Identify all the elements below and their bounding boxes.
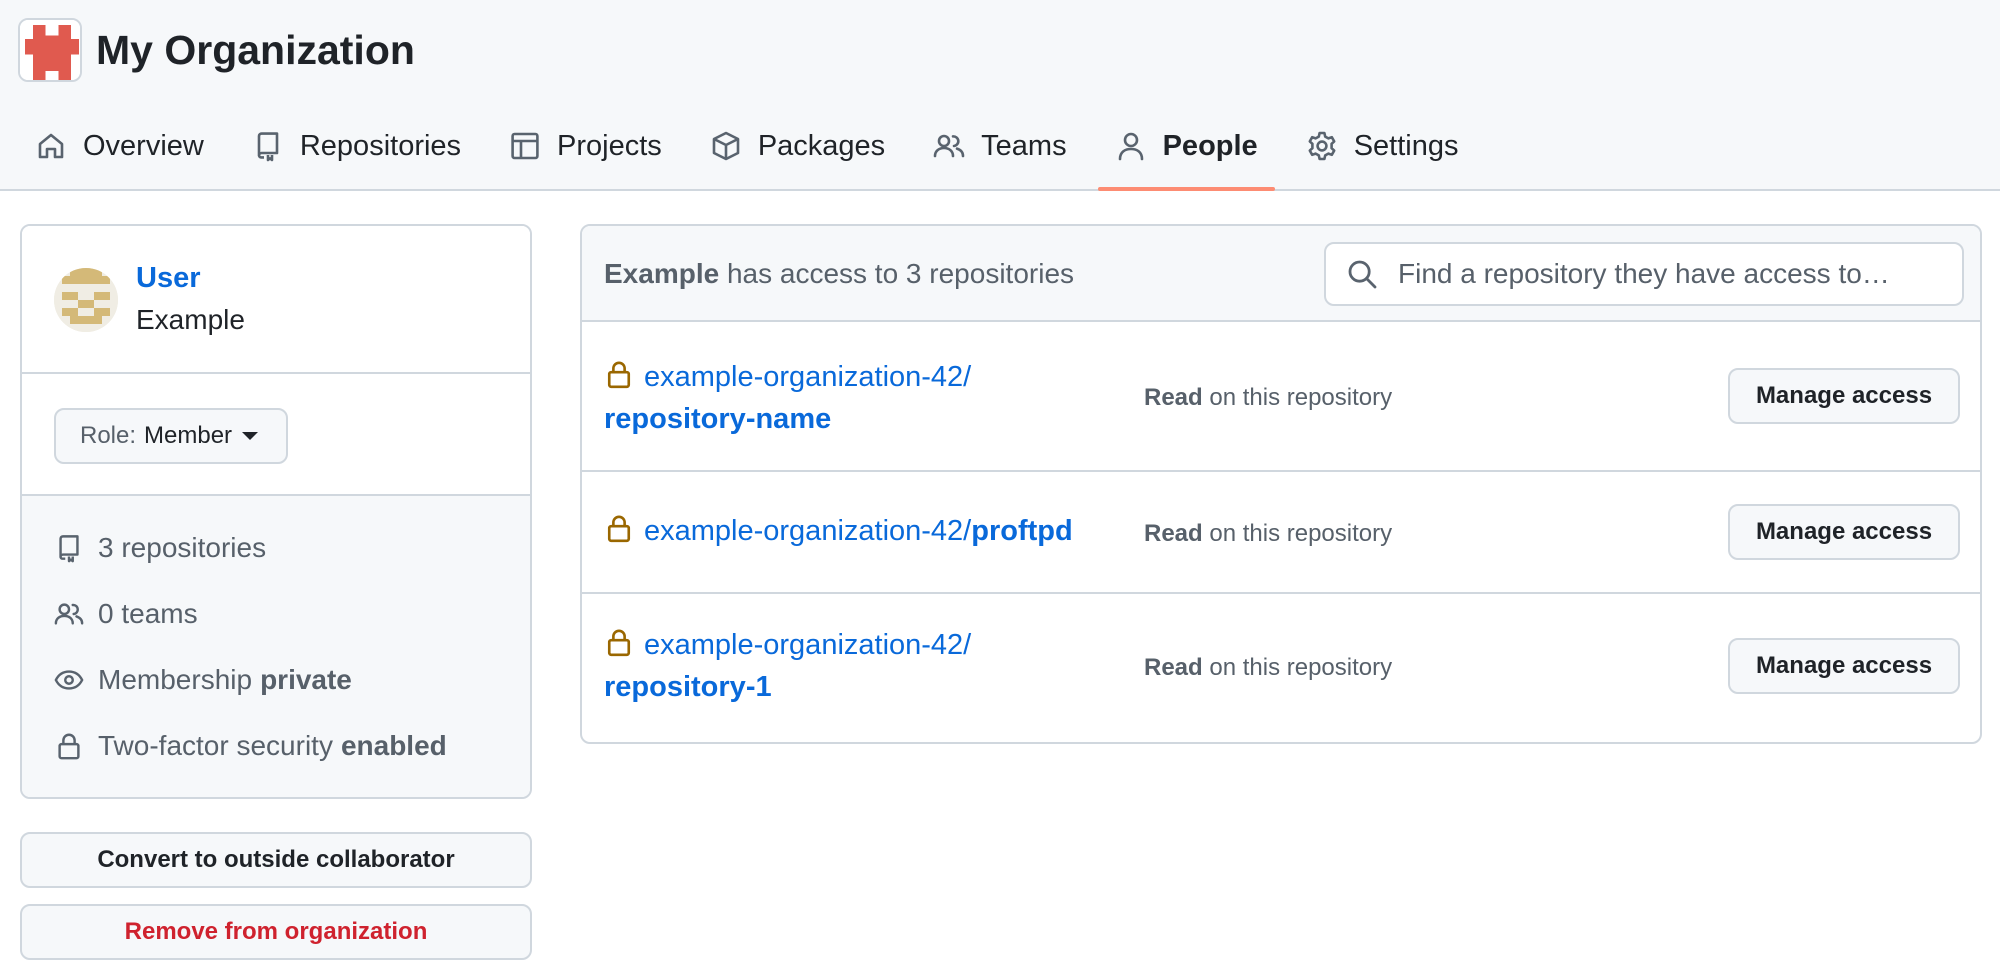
stat-membership-label: Membership xyxy=(98,664,253,695)
stat-repositories: 3 repositories xyxy=(54,532,266,564)
repository-row: example-organization-42/repository-1 Rea… xyxy=(582,594,1980,742)
repository-link[interactable]: example-organization-42/repository-1 xyxy=(604,624,1124,708)
lock-icon xyxy=(607,361,631,389)
repository-permission: Read on this repository xyxy=(1144,384,1392,412)
table-icon xyxy=(511,132,539,160)
summary-text: has access to 3 repositories xyxy=(726,258,1075,289)
tab-label: Overview xyxy=(83,129,204,162)
repository-permission: Read on this repository xyxy=(1144,654,1392,682)
repository-name: repository-name xyxy=(604,403,832,435)
repository-link[interactable]: example-organization-42/repository-name xyxy=(604,356,1124,440)
repository-owner: example-organization-42/ xyxy=(644,515,972,547)
permission-suffix: on this repository xyxy=(1209,654,1393,681)
permission-level: Read xyxy=(1144,520,1203,547)
tab-label: Packages xyxy=(757,129,886,162)
caret-down-icon xyxy=(242,432,259,440)
permission-suffix: on this repository xyxy=(1209,384,1393,411)
stat-membership-value: private xyxy=(260,664,352,695)
repo-icon xyxy=(59,535,79,563)
user-login-link[interactable]: User xyxy=(136,262,201,295)
manage-access-button[interactable]: Manage access xyxy=(1728,504,1960,560)
stat-two-factor-label: Two-factor security xyxy=(98,730,333,761)
people-icon xyxy=(54,603,84,625)
tab-label: Repositories xyxy=(299,129,462,162)
repository-access-summary: Example has access to 3 repositories xyxy=(604,258,1074,290)
search-icon xyxy=(1348,260,1377,289)
tab-projects[interactable]: Projects xyxy=(492,116,679,176)
repo-icon xyxy=(257,132,279,162)
repository-search[interactable] xyxy=(1324,242,1964,306)
avatar[interactable] xyxy=(54,268,118,332)
repository-name: proftpd xyxy=(971,515,1073,547)
tab-settings[interactable]: Settings xyxy=(1289,116,1476,176)
tab-packages[interactable]: Packages xyxy=(693,116,902,176)
eye-icon xyxy=(54,670,84,690)
repository-search-input[interactable] xyxy=(1398,258,1938,290)
convert-to-outside-collaborator-button[interactable]: Convert to outside collaborator xyxy=(20,832,532,888)
people-icon xyxy=(933,134,965,158)
repository-owner: example-organization-42/ xyxy=(644,629,972,661)
role-value: Member xyxy=(144,422,233,449)
repository-access-header: Example has access to 3 repositories xyxy=(582,226,1980,322)
tab-teams[interactable]: Teams xyxy=(916,116,1083,176)
summary-user-name: Example xyxy=(604,258,720,289)
tab-repositories[interactable]: Repositories xyxy=(235,116,478,176)
permission-suffix: on this repository xyxy=(1209,520,1393,547)
lock-icon xyxy=(58,733,80,760)
manage-access-button[interactable]: Manage access xyxy=(1728,368,1960,424)
home-icon xyxy=(38,133,64,159)
repository-row: example-organization-42/repository-name … xyxy=(582,322,1980,472)
tab-label: People xyxy=(1162,129,1258,162)
tab-label: Projects xyxy=(557,129,662,162)
stat-two-factor-value: enabled xyxy=(340,730,447,761)
remove-from-organization-button[interactable]: Remove from organization xyxy=(20,904,532,960)
stat-repositories-text: 3 repositories xyxy=(98,532,267,563)
org-nav-tabs: Overview Repositories Projects Packages … xyxy=(18,116,1489,191)
org-name[interactable]: My Organization xyxy=(96,24,415,76)
lock-icon xyxy=(607,515,631,543)
repository-row: example-organization-42/proftpd Read on … xyxy=(582,472,1980,594)
role-dropdown-button[interactable]: Role: Member xyxy=(54,408,288,464)
stat-teams: 0 teams xyxy=(54,598,198,630)
tab-people[interactable]: People xyxy=(1097,116,1275,191)
repository-access-box: Example has access to 3 repositories exa… xyxy=(580,224,1982,744)
person-icon xyxy=(1118,132,1143,161)
role-prefix: Role: xyxy=(80,422,137,449)
lock-icon xyxy=(607,629,631,657)
user-full-name: Example xyxy=(136,304,245,335)
permission-level: Read xyxy=(1144,654,1203,681)
manage-access-button[interactable]: Manage access xyxy=(1728,638,1960,694)
user-stats: 3 repositories 0 teams Membership privat… xyxy=(22,496,530,797)
org-avatar[interactable] xyxy=(18,18,82,82)
repository-owner: example-organization-42/ xyxy=(644,361,972,393)
stat-teams-text: 0 teams xyxy=(98,598,198,629)
repository-name: repository-1 xyxy=(604,671,772,703)
stat-membership: Membership private xyxy=(54,664,352,696)
stat-two-factor: Two-factor security enabled xyxy=(54,730,447,762)
permission-level: Read xyxy=(1144,384,1203,411)
repository-permission: Read on this repository xyxy=(1144,520,1392,548)
tab-overview[interactable]: Overview xyxy=(18,116,221,176)
user-summary-card: 3 repositories 0 teams Membership privat… xyxy=(20,224,532,799)
repository-link[interactable]: example-organization-42/proftpd xyxy=(604,510,1164,552)
package-icon xyxy=(712,131,740,161)
tab-label: Teams xyxy=(981,129,1067,162)
gear-icon xyxy=(1308,131,1336,161)
tab-label: Settings xyxy=(1353,129,1459,162)
org-header: My Organization Overview Repositories Pr… xyxy=(0,0,2000,191)
